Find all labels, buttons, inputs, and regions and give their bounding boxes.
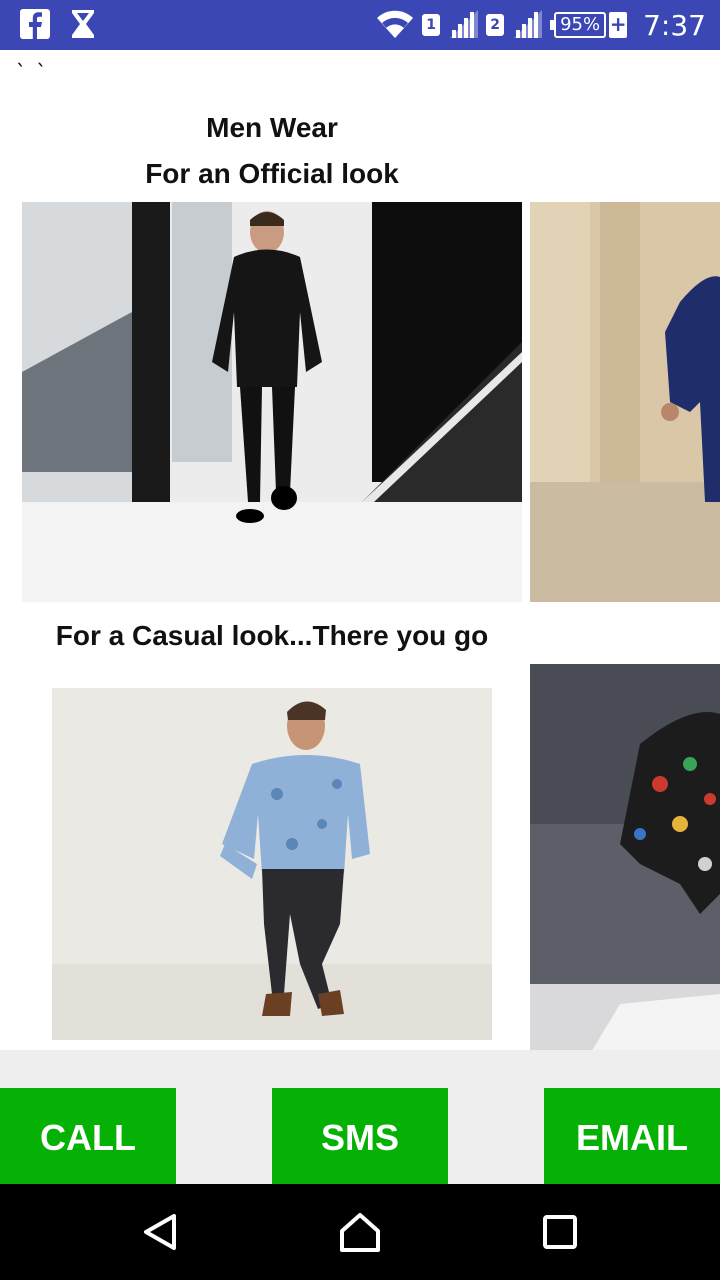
battery-icon: 95% +: [550, 12, 628, 38]
official-look-photo[interactable]: [530, 202, 720, 602]
home-icon[interactable]: [332, 1208, 388, 1256]
sim1-badge: 1: [422, 14, 441, 36]
official-caption: For an Official look: [145, 158, 399, 189]
casual-look-photo[interactable]: [22, 664, 522, 1050]
call-button[interactable]: CALL: [0, 1088, 176, 1184]
clock: 7:37: [643, 8, 706, 42]
facebook-icon: [20, 9, 50, 43]
casual-look-photo[interactable]: [530, 664, 720, 1050]
status-bar: 1 2 95% + 7:37: [0, 0, 720, 50]
casual-caption: For a Casual look...There you go: [55, 620, 489, 651]
recents-icon[interactable]: [532, 1208, 588, 1256]
navigation-bar: [0, 1184, 720, 1280]
official-look-photo[interactable]: [22, 202, 522, 602]
stray-text: ` `: [16, 60, 49, 84]
battery-level: 95%: [554, 12, 607, 38]
charging-icon: +: [609, 12, 628, 38]
email-button[interactable]: EMAIL: [544, 1088, 720, 1184]
section-title: Men Wear: [206, 112, 338, 143]
sim2-badge: 2: [486, 14, 505, 36]
sms-button[interactable]: SMS: [272, 1088, 448, 1184]
signal-icon: [448, 8, 479, 42]
back-icon[interactable]: [132, 1208, 188, 1256]
wifi-icon: [376, 7, 414, 43]
content-area[interactable]: ` ` Men Wear For an Official look For a …: [0, 50, 720, 1050]
action-bar: CALL SMS EMAIL: [0, 1050, 720, 1184]
signal-icon: [512, 8, 543, 42]
hourglass-icon: [70, 9, 96, 43]
